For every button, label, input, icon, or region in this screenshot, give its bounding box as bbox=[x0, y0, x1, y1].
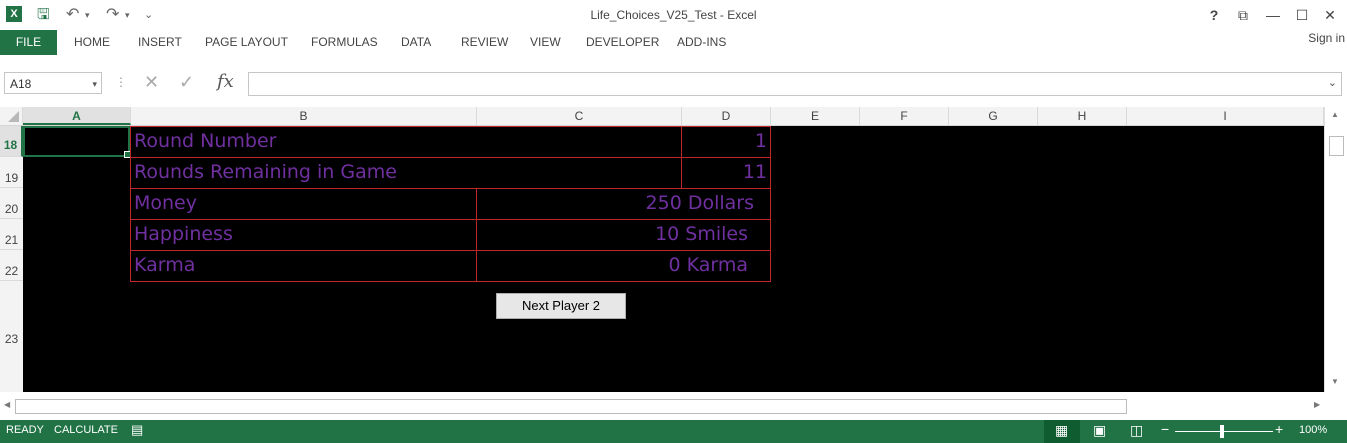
ribbon-display-icon[interactable]: ⧉ bbox=[1233, 5, 1253, 25]
tab-view[interactable]: VIEW bbox=[530, 30, 561, 55]
formula-bar: A18 ▾ ⋮ ✕ ✓ fx ⌄ bbox=[0, 56, 1347, 107]
round-number-value[interactable]: 1 bbox=[681, 126, 771, 158]
zoom-slider-thumb[interactable] bbox=[1220, 425, 1224, 438]
karma-label[interactable]: Karma bbox=[130, 250, 477, 282]
vertical-scroll-thumb[interactable] bbox=[1329, 136, 1344, 156]
zoom-in-icon[interactable]: + bbox=[1275, 421, 1283, 437]
money-value[interactable]: 250 Dollars bbox=[476, 188, 771, 220]
restore-icon[interactable]: ☐ bbox=[1292, 5, 1312, 25]
sign-in-link[interactable]: Sign in bbox=[1308, 31, 1345, 45]
select-all-corner[interactable] bbox=[0, 107, 23, 125]
status-calculate[interactable]: CALCULATE bbox=[54, 424, 118, 436]
help-icon[interactable]: ? bbox=[1204, 5, 1224, 25]
row-header-23[interactable]: 23 bbox=[0, 281, 23, 392]
column-header-f[interactable]: F bbox=[860, 107, 949, 125]
window-title: Life_Choices_V25_Test - Excel bbox=[590, 8, 757, 22]
enter-icon[interactable]: ✓ bbox=[179, 72, 194, 93]
worksheet-grid[interactable]: Round Number 1 Rounds Remaining in Game … bbox=[23, 126, 1324, 392]
row-header-18[interactable]: 18 bbox=[0, 126, 23, 157]
column-header-d[interactable]: D bbox=[682, 107, 771, 125]
column-header-h[interactable]: H bbox=[1038, 107, 1127, 125]
row-header-20[interactable]: 20 bbox=[0, 188, 23, 219]
minimize-icon[interactable]: — bbox=[1263, 5, 1283, 25]
karma-value[interactable]: 0 Karma bbox=[476, 250, 771, 282]
tab-add-ins[interactable]: ADD-INS bbox=[677, 30, 726, 55]
horizontal-scrollbar[interactable]: ◀ ▶ bbox=[0, 397, 1347, 417]
tab-home[interactable]: HOME bbox=[74, 30, 110, 55]
column-header-i[interactable]: I bbox=[1127, 107, 1324, 125]
round-number-label[interactable]: Round Number bbox=[130, 126, 682, 158]
rounds-remaining-value[interactable]: 11 bbox=[681, 157, 771, 189]
formula-buttons: ✕ ✓ fx bbox=[132, 70, 242, 96]
vertical-scrollbar[interactable]: ▲ ▼ bbox=[1324, 107, 1347, 392]
name-box[interactable]: A18 ▾ bbox=[4, 72, 102, 94]
expand-formula-icon[interactable]: ⌄ bbox=[1328, 76, 1337, 89]
column-header-b[interactable]: B bbox=[131, 107, 477, 125]
zoom-slider-track[interactable] bbox=[1175, 431, 1273, 432]
macro-record-icon[interactable]: ▤ bbox=[131, 422, 143, 438]
formula-input[interactable]: ⌄ bbox=[248, 72, 1342, 96]
formula-bar-grip-icon[interactable]: ⋮ bbox=[115, 75, 127, 89]
money-label[interactable]: Money bbox=[130, 188, 477, 220]
row-header-19[interactable]: 19 bbox=[0, 157, 23, 188]
horizontal-scroll-thumb[interactable] bbox=[15, 399, 1127, 414]
normal-view-icon[interactable]: ▦ bbox=[1055, 422, 1068, 439]
page-break-view-icon[interactable]: ◫ bbox=[1130, 422, 1143, 439]
name-box-value: A18 bbox=[10, 77, 32, 91]
column-header-g[interactable]: G bbox=[949, 107, 1038, 125]
scroll-up-icon[interactable]: ▲ bbox=[1331, 110, 1339, 119]
next-player-button[interactable]: Next Player 2 bbox=[496, 293, 626, 319]
name-box-dropdown-icon[interactable]: ▾ bbox=[92, 73, 97, 95]
tab-file[interactable]: FILE bbox=[0, 30, 57, 55]
tab-review[interactable]: REVIEW bbox=[461, 30, 508, 55]
zoom-out-icon[interactable]: − bbox=[1161, 421, 1169, 437]
column-header-e[interactable]: E bbox=[771, 107, 860, 125]
tab-formulas[interactable]: FORMULAS bbox=[311, 30, 378, 55]
title-bar: X 🖫 ↶ ▾ ↷ ▾ ⌄ Life_Choices_V25_Test - Ex… bbox=[0, 0, 1347, 30]
scroll-left-icon[interactable]: ◀ bbox=[4, 400, 10, 409]
active-cell-a18[interactable] bbox=[23, 126, 131, 158]
status-bar: READY CALCULATE ▤ ▦ ▣ ◫ − + 100% bbox=[0, 420, 1347, 443]
select-all-icon bbox=[8, 111, 19, 122]
page-layout-view-icon[interactable]: ▣ bbox=[1093, 422, 1106, 439]
column-header-c[interactable]: C bbox=[477, 107, 682, 125]
cancel-icon[interactable]: ✕ bbox=[144, 72, 159, 93]
insert-function-icon[interactable]: fx bbox=[217, 71, 234, 92]
tab-insert[interactable]: INSERT bbox=[138, 30, 182, 55]
column-headers: A B C D E F G H I bbox=[0, 107, 1347, 126]
happiness-label[interactable]: Happiness bbox=[130, 219, 477, 251]
row-header-22[interactable]: 22 bbox=[0, 250, 23, 281]
scroll-right-icon[interactable]: ▶ bbox=[1314, 400, 1320, 409]
tab-page-layout[interactable]: PAGE LAYOUT bbox=[205, 30, 288, 55]
happiness-value[interactable]: 10 Smiles bbox=[476, 219, 771, 251]
close-icon[interactable]: ✕ bbox=[1320, 5, 1340, 25]
tab-developer[interactable]: DEVELOPER bbox=[586, 30, 659, 55]
ribbon-tabs: FILE HOME INSERT PAGE LAYOUT FORMULAS DA… bbox=[0, 30, 1347, 56]
column-header-a[interactable]: A bbox=[23, 107, 131, 125]
tab-data[interactable]: DATA bbox=[401, 30, 431, 55]
rounds-remaining-label[interactable]: Rounds Remaining in Game bbox=[130, 157, 682, 189]
status-ready: READY bbox=[6, 424, 44, 436]
scroll-down-icon[interactable]: ▼ bbox=[1331, 377, 1339, 386]
row-header-21[interactable]: 21 bbox=[0, 219, 23, 250]
zoom-level[interactable]: 100% bbox=[1299, 424, 1327, 436]
